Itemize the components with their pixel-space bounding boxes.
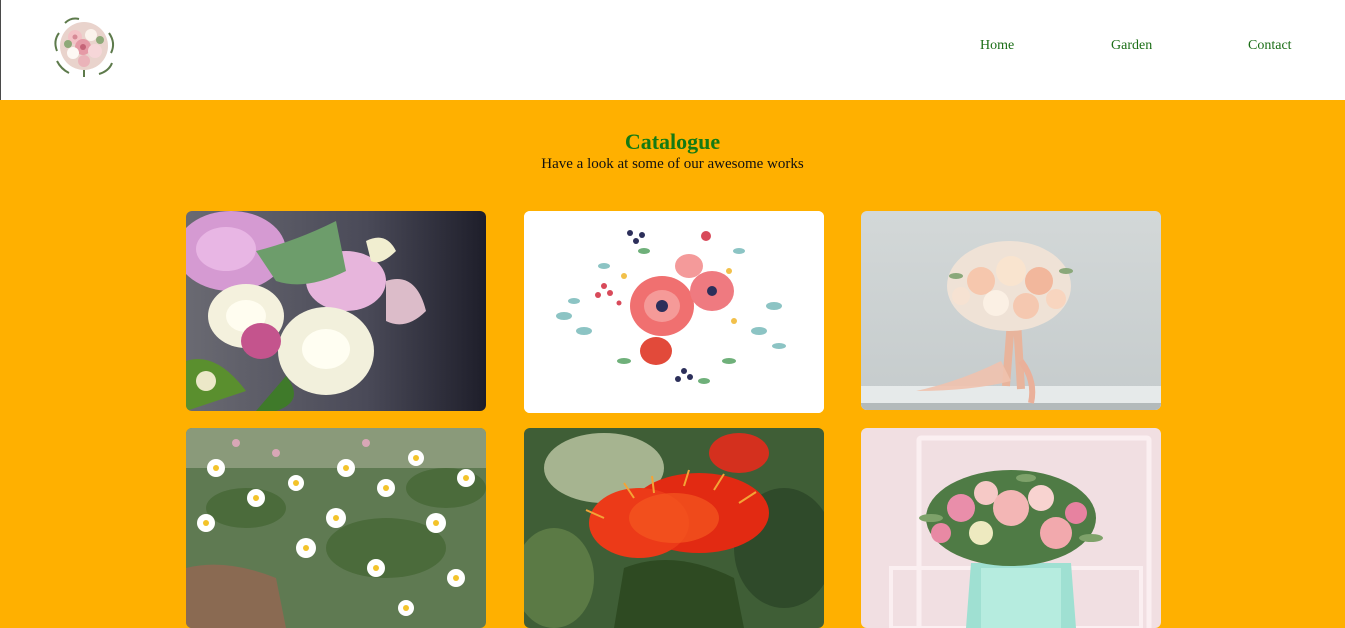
catalogue-intro: Catalogue Have a look at some of our awe… bbox=[0, 128, 1345, 172]
gallery-item-bridal-bouquet[interactable] bbox=[861, 211, 1161, 410]
site-header: Home Garden Contact bbox=[1, 0, 1345, 100]
page-title: Catalogue bbox=[624, 129, 721, 154]
peach-rose-bridal-bouquet-photo bbox=[861, 211, 1161, 410]
gallery-item-roses-box[interactable] bbox=[861, 428, 1161, 628]
nav-home-link[interactable]: Home bbox=[980, 38, 1014, 54]
gallery-item-daisy-field[interactable] bbox=[186, 428, 486, 628]
pink-peony-white-rose-bouquet-photo bbox=[186, 211, 486, 411]
white-daisy-field-photo bbox=[186, 428, 486, 628]
pink-roses-in-mint-box-photo bbox=[861, 428, 1161, 628]
gallery-item-peony-rose-bouquet[interactable] bbox=[186, 211, 486, 411]
red-pohutukawa-blossom-photo bbox=[524, 428, 824, 628]
nav-contact-link[interactable]: Contact bbox=[1248, 38, 1292, 54]
watercolor-poppy-bouquet-illustration bbox=[524, 211, 824, 413]
nav-garden-link[interactable]: Garden bbox=[1111, 38, 1152, 54]
flower-bouquet-logo-icon[interactable] bbox=[49, 11, 119, 81]
gallery-item-red-blossom[interactable] bbox=[524, 428, 824, 628]
page-subtitle: Have a look at some of our awesome works bbox=[541, 156, 804, 172]
gallery-item-watercolor-poppies[interactable] bbox=[524, 211, 824, 413]
